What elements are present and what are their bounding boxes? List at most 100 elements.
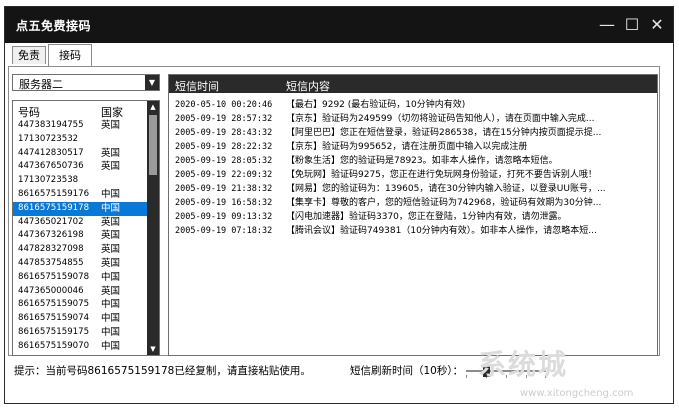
sms-row[interactable]: 2005-09-19 28:22:32 【京东】验证码为995652，请在注册页面… xyxy=(169,140,657,154)
slider-tick xyxy=(466,375,467,378)
sms-content: 【网易】您的验证码为：139605，请在30分钟内输入验证，以登录UU账号，..… xyxy=(286,184,606,194)
window-title: 点五免费接码 xyxy=(16,19,92,33)
sms-content: 【京东】验证码为249599（切勿将验证码告知他人），请在页面中输入完成... xyxy=(286,114,595,124)
country: 中国 xyxy=(101,313,121,325)
sms-content: 【最右】9292 (最右验证码，10分钟内有效) xyxy=(286,100,466,110)
number-row[interactable]: 447367326198 英国 xyxy=(13,229,147,243)
number-rows: 447383194755 英国 17130723532 447412830517 英国 4… xyxy=(13,119,147,354)
sms-content: 【腾讯会议】验证码749381（10分钟内有效）。如非本人操作，请忽略本短... xyxy=(286,226,597,236)
country: 英国 xyxy=(101,216,121,228)
phone-number: 447828327098 xyxy=(18,244,84,255)
scroll-up-icon[interactable]: ▲ xyxy=(147,101,159,113)
phone-number: 8616575159074 xyxy=(18,313,90,324)
phone-number: 447383194755 xyxy=(18,120,84,130)
sms-content: 【集享卡】尊敬的客户，您的短信验证码为742968，验证码有效期为30分钟... xyxy=(286,198,602,208)
sms-row[interactable]: 2005-09-19 22:09:32 【免玩网】验证码9275，您正在进行免玩网… xyxy=(169,168,657,182)
number-list: 号码 国家 447383194755 英国 17130723532 447412830… xyxy=(12,100,160,356)
sms-row[interactable]: 2005-09-19 09:13:32 【闪电加速器】验证码3370，您正在登陆，… xyxy=(169,210,657,224)
server-select[interactable]: 服务器二 ▼ xyxy=(12,74,160,91)
phone-number: 8616575159175 xyxy=(18,326,90,337)
country: 中国 xyxy=(101,202,121,214)
country: 英国 xyxy=(101,257,121,269)
watermark-logo: 系统城 xyxy=(478,348,569,381)
number-row[interactable]: 8616575159178 中国 xyxy=(13,201,147,216)
number-row[interactable]: 8616575159074 中国 xyxy=(13,312,147,326)
country: 中国 xyxy=(101,299,121,311)
number-row[interactable]: 447365000046 英国 xyxy=(13,285,147,299)
phone-number: 17130723532 xyxy=(18,133,79,144)
country: 中国 xyxy=(101,271,121,283)
sms-row[interactable]: 2005-09-19 16:58:32 【集享卡】尊敬的客户，您的短信验证码为74… xyxy=(169,196,657,210)
phone-number: 8616575159176 xyxy=(18,188,90,199)
column-header-sms-time[interactable]: 短信时间 xyxy=(175,78,219,94)
chevron-down-icon[interactable]: ▼ xyxy=(145,75,159,90)
column-header-country[interactable]: 国家 xyxy=(101,104,123,120)
number-row[interactable]: 17130723532 xyxy=(13,133,147,147)
sms-time: 2005-09-19 28:22:32 xyxy=(175,142,273,152)
number-list-header: 号码 国家 xyxy=(13,101,147,119)
sms-rows: 2020-05-10 00:20:46 【最右】9292 (最右验证码，10分钟内… xyxy=(169,98,657,238)
phone-number: 447412830517 xyxy=(18,147,84,158)
tab-disclaimer[interactable]: 免责 xyxy=(12,46,46,64)
sms-time: 2005-09-19 09:13:32 xyxy=(175,212,273,222)
sms-row[interactable]: 2005-09-19 07:18:32 【腾讯会议】验证码749381（10分钟内… xyxy=(169,224,657,238)
sms-time: 2005-09-19 28:05:32 xyxy=(175,156,273,166)
server-select-value: 服务器二 xyxy=(19,78,63,91)
sms-content: 【京东】验证码为995652，请在注册页面中输入以完成注册 xyxy=(286,142,528,152)
tab-receive-code[interactable]: 接码 xyxy=(48,44,92,66)
sms-list: 短信时间 短信内容 2020-05-10 00:20:46 【最右】9292 (最… xyxy=(168,74,658,356)
country: 中国 xyxy=(101,326,121,338)
column-header-number[interactable]: 号码 xyxy=(18,104,40,120)
minimize-button[interactable]: — xyxy=(597,15,617,35)
scrollbar-thumb[interactable] xyxy=(149,115,157,175)
title-bar[interactable]: 点五免费接码 — ☐ ✕ xyxy=(5,7,673,43)
close-button[interactable]: ✕ xyxy=(647,15,667,35)
sms-time: 2005-09-19 28:57:32 xyxy=(175,114,273,124)
number-row[interactable]: 447828327098 英国 xyxy=(13,243,147,257)
sms-row[interactable]: 2005-09-19 28:57:32 【京东】验证码为249599（切勿将验证码… xyxy=(169,112,657,126)
sms-time: 2005-09-19 21:38:32 xyxy=(175,184,273,194)
number-list-scrollbar[interactable]: ▲ ▼ xyxy=(147,101,159,355)
status-message: 提示：当前号码8616575159178已经复制，请直接粘贴使用。 xyxy=(14,365,311,377)
column-header-sms-content[interactable]: 短信内容 xyxy=(286,78,330,94)
number-row[interactable]: 17130723538 xyxy=(13,174,147,188)
country: 英国 xyxy=(101,230,121,242)
watermark-url: www.xitongcheng.com xyxy=(520,388,634,399)
number-row[interactable]: 8616575159175 中国 xyxy=(13,326,147,340)
phone-number: 447365000046 xyxy=(18,285,84,296)
number-row[interactable]: 447412830517 英国 xyxy=(13,147,147,161)
country: 英国 xyxy=(101,120,121,131)
sms-time: 2005-09-19 07:18:32 xyxy=(175,226,273,236)
phone-number: 8616575159078 xyxy=(18,271,90,282)
phone-number: 447367650736 xyxy=(18,161,84,172)
sms-content: 【免玩网】验证码9275，您正在进行免玩网身份验证，打死不要告诉别人哦！ xyxy=(286,170,597,180)
phone-number: 8616575159070 xyxy=(18,340,90,351)
number-row[interactable]: 447383194755 英国 xyxy=(13,119,147,133)
phone-number: 8616575159178 xyxy=(18,202,90,213)
number-row[interactable]: 8616575159078 中国 xyxy=(13,271,147,285)
number-row[interactable]: 447367650736 英国 xyxy=(13,160,147,174)
number-row[interactable]: 447853754855 英国 xyxy=(13,257,147,271)
sms-time: 2020-05-10 00:20:46 xyxy=(175,100,273,110)
number-row[interactable]: 8616575159075 中国 xyxy=(13,298,147,312)
country: 英国 xyxy=(101,161,121,173)
country: 中国 xyxy=(101,340,121,352)
sms-content: 【阿里巴巴】您正在短信登录，验证码286538，请在15分钟内按页面提示提... xyxy=(286,128,602,138)
sms-time: 2005-09-19 16:58:32 xyxy=(175,198,273,208)
sms-time: 2005-09-19 28:43:32 xyxy=(175,128,273,138)
scroll-down-icon[interactable]: ▼ xyxy=(147,343,159,355)
sms-row[interactable]: 2005-09-19 28:05:32 【粉象生活】您的验证码是78923。如非本… xyxy=(169,154,657,168)
number-row[interactable]: 8616575159070 中国 xyxy=(13,340,147,354)
refresh-interval-label: 短信刷新时间（10秒）： xyxy=(350,365,464,377)
sms-row[interactable]: 2005-09-19 28:43:32 【阿里巴巴】您正在短信登录，验证码2865… xyxy=(169,126,657,140)
sms-time: 2005-09-19 22:09:32 xyxy=(175,170,273,180)
sms-row[interactable]: 2005-09-19 21:38:32 【网易】您的验证码为：139605，请在3… xyxy=(169,182,657,196)
sms-row[interactable]: 2020-05-10 00:20:46 【最右】9292 (最右验证码，10分钟内… xyxy=(169,98,657,112)
country: 英国 xyxy=(101,147,121,159)
sms-list-header: 短信时间 短信内容 xyxy=(169,75,657,93)
number-row[interactable]: 447365021702 英国 xyxy=(13,216,147,230)
maximize-button[interactable]: ☐ xyxy=(622,15,642,35)
number-row[interactable]: 8616575159176 中国 xyxy=(13,188,147,202)
phone-number: 8616575159075 xyxy=(18,299,90,310)
phone-number: 447367326198 xyxy=(18,230,84,241)
